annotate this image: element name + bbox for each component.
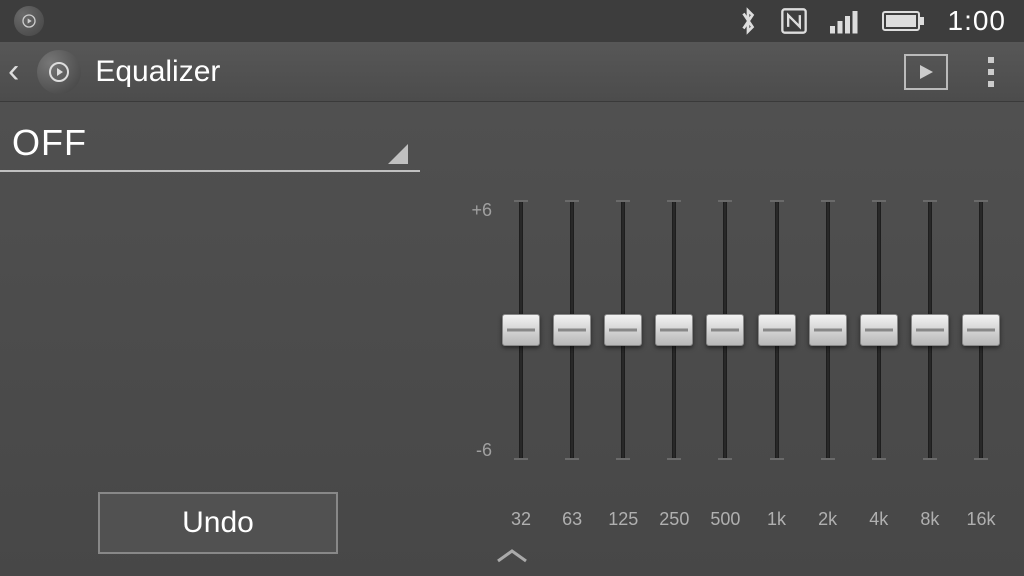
- eq-band-500[interactable]: [706, 200, 744, 460]
- eq-slider-knob[interactable]: [809, 314, 847, 346]
- signal-icon: [830, 8, 860, 34]
- overflow-menu-button[interactable]: [962, 49, 1008, 95]
- bluetooth-icon: [738, 6, 758, 36]
- eq-scale-max: +6: [460, 200, 492, 221]
- eq-freq-label: 2k: [809, 509, 847, 530]
- battery-icon: [882, 9, 926, 33]
- undo-button-label: Undo: [182, 506, 254, 540]
- eq-band-4k[interactable]: [860, 200, 898, 460]
- eq-freq-label: 32: [502, 509, 540, 530]
- status-bar: 1:00: [0, 0, 1024, 42]
- eq-freq-label: 500: [706, 509, 744, 530]
- eq-slider-knob[interactable]: [604, 314, 642, 346]
- walkman-small-icon: [14, 6, 44, 36]
- eq-slider-knob[interactable]: [502, 314, 540, 346]
- eq-scale-min: -6: [460, 440, 492, 461]
- dropdown-triangle-icon: [388, 144, 408, 164]
- page-title: Equalizer: [95, 55, 220, 89]
- eq-frequency-labels: 32 63 125 250 500 1k 2k 4k 8k 16k: [502, 509, 1000, 530]
- eq-freq-label: 4k: [860, 509, 898, 530]
- eq-band-250[interactable]: [655, 200, 693, 460]
- eq-bands: [502, 200, 1000, 460]
- eq-band-2k[interactable]: [809, 200, 847, 460]
- status-clock: 1:00: [948, 5, 1007, 37]
- nfc-icon: [780, 7, 808, 35]
- eq-slider-knob[interactable]: [553, 314, 591, 346]
- equalizer-panel: +6 -6 32 63 125 250 500 1k 2k 4k 8k 16k: [460, 182, 1000, 562]
- eq-freq-label: 1k: [758, 509, 796, 530]
- eq-slider-knob[interactable]: [655, 314, 693, 346]
- eq-slider-knob[interactable]: [758, 314, 796, 346]
- eq-freq-label: 250: [655, 509, 693, 530]
- now-playing-button[interactable]: [904, 54, 948, 90]
- eq-band-8k[interactable]: [911, 200, 949, 460]
- main-content: OFF Undo +6 -6 32 63 125 250 500 1k 2k 4k 8k 16k: [0, 102, 1024, 576]
- preset-dropdown[interactable]: OFF: [0, 112, 420, 172]
- eq-slider-knob[interactable]: [706, 314, 744, 346]
- eq-freq-label: 8k: [911, 509, 949, 530]
- eq-freq-label: 16k: [962, 509, 1000, 530]
- eq-band-1k[interactable]: [758, 200, 796, 460]
- eq-band-125[interactable]: [604, 200, 642, 460]
- eq-band-16k[interactable]: [962, 200, 1000, 460]
- eq-freq-label: 125: [604, 509, 642, 530]
- undo-button[interactable]: Undo: [98, 492, 338, 554]
- eq-band-32[interactable]: [502, 200, 540, 460]
- preset-label: OFF: [12, 122, 87, 164]
- eq-slider-knob[interactable]: [860, 314, 898, 346]
- walkman-app-icon[interactable]: [37, 50, 81, 94]
- eq-slider-knob[interactable]: [911, 314, 949, 346]
- eq-freq-label: 63: [553, 509, 591, 530]
- eq-slider-knob[interactable]: [962, 314, 1000, 346]
- drawer-handle-icon[interactable]: [494, 541, 530, 572]
- eq-band-63[interactable]: [553, 200, 591, 460]
- action-bar: ‹ Equalizer: [0, 42, 1024, 102]
- back-chevron-icon[interactable]: ‹: [0, 52, 23, 91]
